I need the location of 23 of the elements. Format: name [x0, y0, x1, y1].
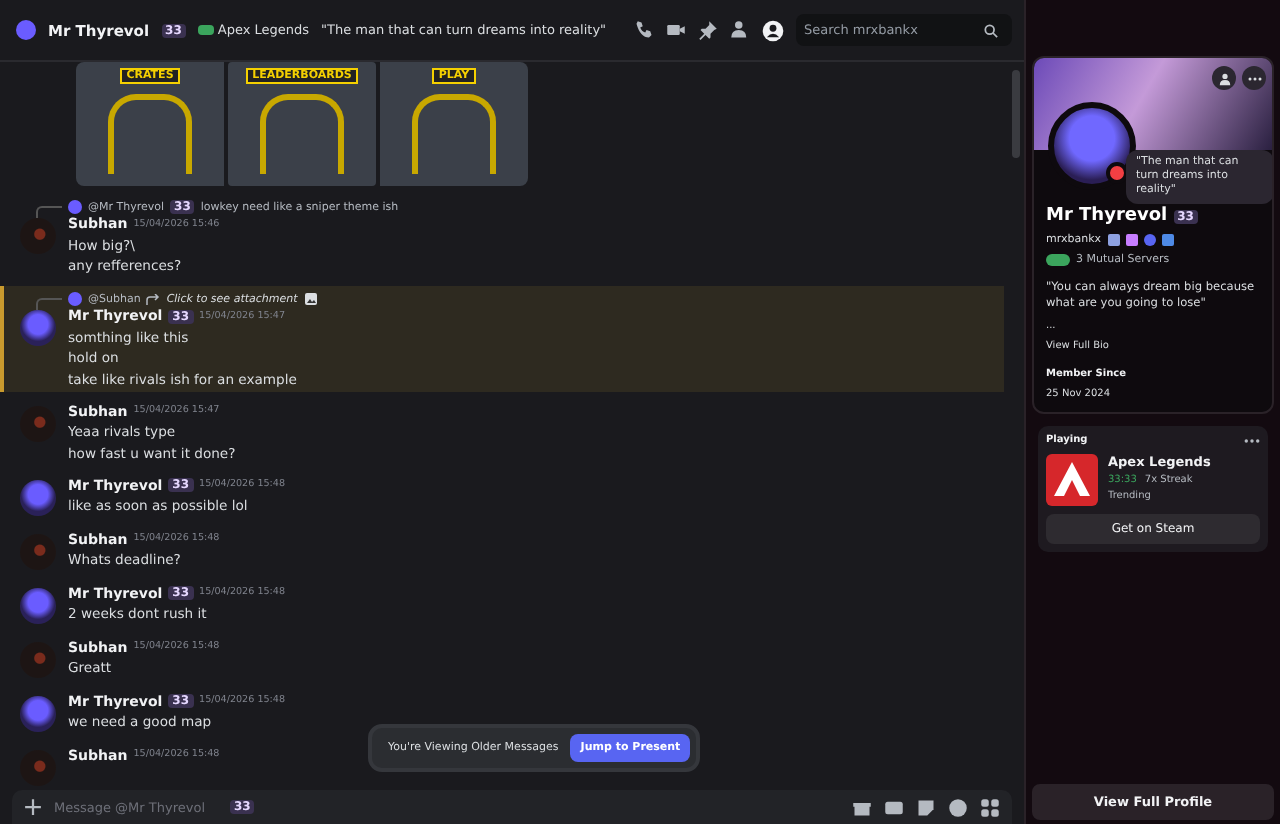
- small-avatar: [68, 200, 82, 214]
- avatar[interactable]: [20, 695, 56, 731]
- avatar[interactable]: [20, 310, 56, 346]
- small-avatar: [68, 292, 82, 306]
- plus-icon[interactable]: [24, 798, 42, 816]
- search-icon[interactable]: [984, 23, 998, 37]
- video-icon[interactable]: [666, 20, 686, 40]
- profile-icon[interactable]: [762, 19, 784, 41]
- call-icon[interactable]: [634, 20, 654, 40]
- image-icon: [303, 292, 318, 306]
- user-avatar: [16, 20, 36, 40]
- scrollbar[interactable]: [1012, 70, 1020, 158]
- apps-icon[interactable]: [980, 797, 1000, 817]
- more-icon[interactable]: [1242, 66, 1266, 90]
- avatar[interactable]: [20, 587, 56, 623]
- game-logo-icon: [1046, 454, 1098, 506]
- reply-arrow-icon: [146, 293, 161, 305]
- display-name: Mr Thyrevol: [1046, 206, 1168, 226]
- add-member-icon[interactable]: [730, 20, 750, 40]
- pin-icon[interactable]: [698, 20, 718, 40]
- add-friend-icon[interactable]: [1212, 66, 1236, 90]
- avatar[interactable]: [20, 479, 56, 515]
- more-icon[interactable]: [1244, 437, 1260, 443]
